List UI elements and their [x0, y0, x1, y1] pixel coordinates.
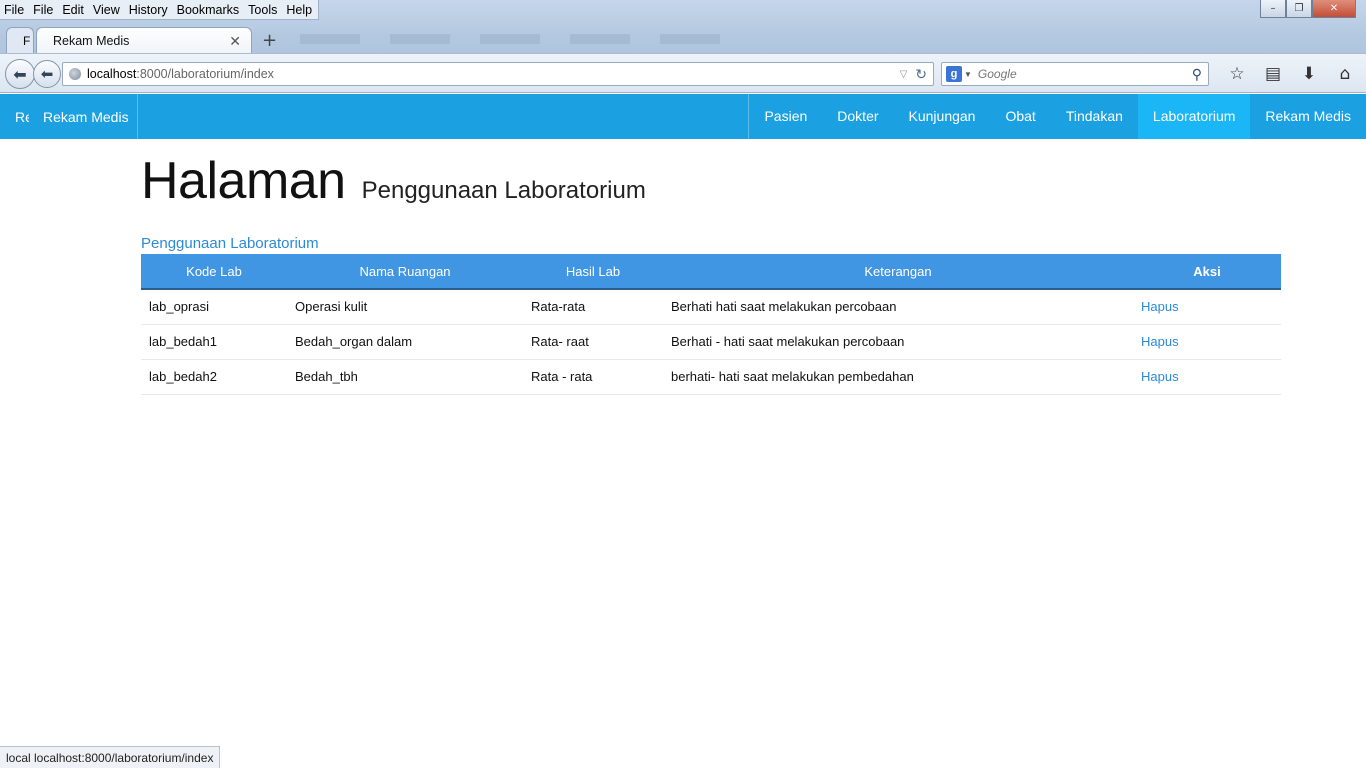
- home-icon[interactable]: ⌂: [1327, 64, 1363, 84]
- table-row: lab_bedah1 Bedah_organ dalam Rata- raat …: [141, 324, 1281, 360]
- nav-obat[interactable]: Obat: [990, 94, 1050, 139]
- cell-aksi: Hapus: [1133, 359, 1281, 395]
- url-bar[interactable]: localhost :8000/laboratorium/index ▽ ↻: [62, 62, 934, 86]
- menu-bookmarks[interactable]: Bookmarks: [177, 3, 240, 17]
- main-content: Halaman Penggunaan Laboratorium Pengguna…: [141, 139, 1281, 395]
- engine-dropdown-icon[interactable]: ▼: [964, 70, 972, 79]
- forward-button[interactable]: ⬅: [33, 60, 61, 88]
- hapus-link[interactable]: Hapus: [1141, 369, 1179, 384]
- url-dropdown-icon[interactable]: ▽: [900, 69, 908, 80]
- cell-keterangan: Berhati hati saat melakukan percobaan: [663, 289, 1133, 325]
- nav-rekam-medis[interactable]: Rekam Medis: [1250, 94, 1366, 139]
- cell-keterangan: berhati- hati saat melakukan pembedahan: [663, 359, 1133, 395]
- search-bar[interactable]: g ▼ Google ⚲: [941, 62, 1209, 86]
- toolbar-icons: ☆ ▤ ⬇ ⌂: [1219, 64, 1363, 84]
- url-path: :8000/laboratorium/index: [136, 67, 274, 81]
- globe-icon: [69, 68, 81, 80]
- bookmarks-list-icon[interactable]: ▤: [1255, 64, 1291, 84]
- forward-arrow-icon: ⬅: [40, 65, 54, 83]
- tab-title: Rekam Medis: [53, 34, 130, 48]
- cell-kode-lab: lab_bedah2: [141, 359, 287, 395]
- back-button[interactable]: ⬅: [5, 59, 35, 89]
- menu-tools[interactable]: Tools: [248, 3, 277, 17]
- tab-previous[interactable]: F: [6, 27, 34, 53]
- search-icon[interactable]: ⚲: [1192, 66, 1202, 83]
- brand-divider: [137, 94, 138, 139]
- hapus-link[interactable]: Hapus: [1141, 299, 1179, 314]
- browser-toolbar: ⬅ ⬅ localhost :8000/laboratorium/index ▽…: [0, 53, 1366, 93]
- table-row: lab_bedah2 Bedah_tbh Rata - rata berhati…: [141, 359, 1281, 395]
- tab-strip: F Rekam Medis ✕ +: [0, 24, 1366, 54]
- cell-hasil-lab: Rata - rata: [523, 359, 663, 395]
- menu-file-2[interactable]: File: [33, 3, 53, 17]
- status-bar: local localhost:8000/laboratorium/index: [0, 746, 221, 768]
- laboratorium-link[interactable]: Penggunaan Laboratorium: [141, 235, 319, 252]
- cell-aksi: Hapus: [1133, 289, 1281, 325]
- page-heading: Halaman: [141, 152, 346, 210]
- status-text: local localhost:8000/laboratorium/index: [6, 750, 214, 765]
- cell-aksi: Hapus: [1133, 324, 1281, 360]
- table-header-row: Kode Lab Nama Ruangan Hasil Lab Keterang…: [141, 254, 1281, 290]
- search-placeholder: Google: [977, 67, 1017, 81]
- cell-kode-lab: lab_bedah1: [141, 324, 287, 360]
- download-icon[interactable]: ⬇: [1291, 64, 1327, 84]
- menu-file-1[interactable]: File: [4, 3, 24, 17]
- table-row: lab_oprasi Operasi kulit Rata-rata Berha…: [141, 289, 1281, 325]
- menu-history[interactable]: History: [129, 3, 168, 17]
- close-window-button[interactable]: ✕: [1312, 0, 1356, 18]
- page-title: Halaman Penggunaan Laboratorium: [141, 151, 1281, 211]
- restore-button[interactable]: ❐: [1286, 0, 1312, 18]
- cell-nama-ruangan: Bedah_organ dalam: [287, 324, 523, 360]
- nav-laboratorium[interactable]: Laboratorium: [1137, 94, 1251, 139]
- lab-table: Kode Lab Nama Ruangan Hasil Lab Keterang…: [141, 254, 1281, 395]
- menu-view[interactable]: View: [93, 3, 120, 17]
- window-controls: – ❐ ✕: [1260, 0, 1356, 18]
- menu-help[interactable]: Help: [286, 3, 312, 17]
- cell-nama-ruangan: Operasi kulit: [287, 289, 523, 325]
- brand-link[interactable]: Rekam Medis: [43, 109, 129, 125]
- cell-nama-ruangan: Bedah_tbh: [287, 359, 523, 395]
- nav-dokter[interactable]: Dokter: [822, 94, 893, 139]
- minimize-button[interactable]: –: [1260, 0, 1286, 18]
- app-navbar: Re Rekam Medis Pasien Dokter Kunjungan O…: [0, 94, 1366, 139]
- nav-kunjungan[interactable]: Kunjungan: [894, 94, 991, 139]
- cell-keterangan: Berhati - hati saat melakukan percobaan: [663, 324, 1133, 360]
- menu-edit[interactable]: Edit: [62, 3, 84, 17]
- col-hasil-lab: Hasil Lab: [523, 254, 663, 290]
- reload-icon[interactable]: ↻: [915, 66, 927, 83]
- nav-links: Pasien Dokter Kunjungan Obat Tindakan La…: [748, 94, 1366, 139]
- google-icon[interactable]: g: [946, 66, 962, 82]
- col-aksi: Aksi: [1133, 254, 1281, 290]
- back-arrow-icon: ⬅: [13, 64, 27, 84]
- cell-hasil-lab: Rata-rata: [523, 289, 663, 325]
- tab-active[interactable]: Rekam Medis ✕: [36, 27, 252, 54]
- col-keterangan: Keterangan: [663, 254, 1133, 290]
- url-host: localhost: [87, 67, 137, 81]
- browser-titlebar: File File Edit View History Bookmarks To…: [0, 0, 1366, 93]
- cell-kode-lab: lab_oprasi: [141, 289, 287, 325]
- browser-menubar: File File Edit View History Bookmarks To…: [0, 0, 320, 20]
- col-nama-ruangan: Nama Ruangan: [287, 254, 523, 290]
- page-subheading: Penggunaan Laboratorium: [361, 177, 646, 204]
- background-tab-area: [300, 34, 720, 44]
- brand-cut[interactable]: Re: [15, 109, 29, 125]
- new-tab-icon[interactable]: +: [262, 30, 277, 51]
- cell-hasil-lab: Rata- raat: [523, 324, 663, 360]
- nav-pasien[interactable]: Pasien: [749, 94, 822, 139]
- bookmark-star-icon[interactable]: ☆: [1219, 64, 1255, 84]
- nav-tindakan[interactable]: Tindakan: [1051, 94, 1138, 139]
- col-kode-lab: Kode Lab: [141, 254, 287, 290]
- close-tab-icon[interactable]: ✕: [229, 33, 241, 50]
- hapus-link[interactable]: Hapus: [1141, 334, 1179, 349]
